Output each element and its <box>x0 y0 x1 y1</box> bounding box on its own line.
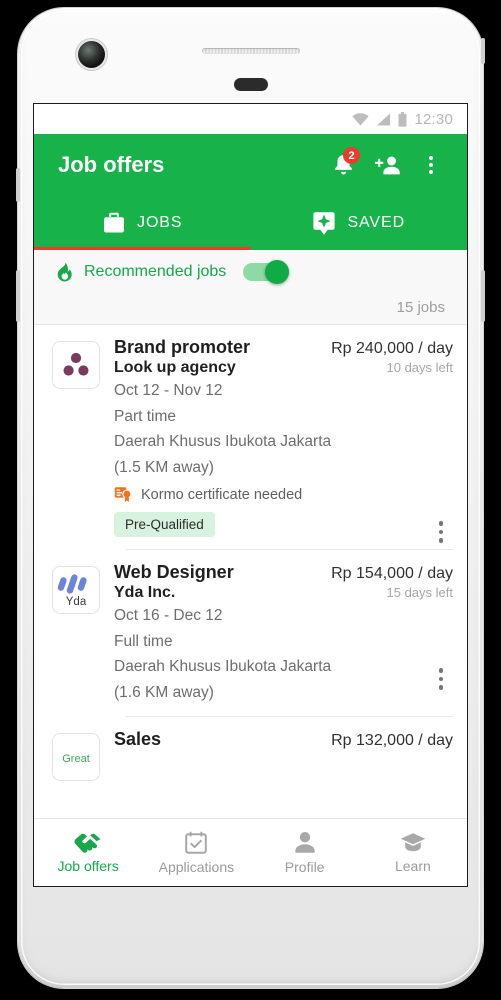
job-dates: Oct 12 - Nov 12 <box>114 382 223 399</box>
volume-button-right[interactable] <box>481 270 485 322</box>
job-company: Look up agency <box>114 359 236 376</box>
nav-label-job-offers: Job offers <box>57 858 119 874</box>
job-card-overflow-button[interactable] <box>438 521 443 543</box>
battery-icon <box>398 111 407 127</box>
job-card[interactable]: Yda Web Designer Rp 154,000 / day Yda In… <box>34 550 467 718</box>
overflow-menu-button[interactable] <box>409 143 453 187</box>
company-logo <box>52 341 100 389</box>
nav-label-learn: Learn <box>394 857 431 874</box>
recommended-jobs-toggle[interactable] <box>243 260 290 284</box>
nav-label-applications: Applications <box>158 858 235 875</box>
earpiece-speaker <box>201 48 300 54</box>
page-title: Job offers <box>58 152 165 177</box>
job-title: Sales <box>114 729 162 750</box>
front-camera-icon <box>78 41 105 68</box>
graduation-cap-icon <box>400 832 426 851</box>
job-title: Brand promoter <box>114 337 251 357</box>
job-pay: Rp 240,000 / day <box>331 340 453 357</box>
recommended-jobs-row: Recommended jobs <box>34 250 467 294</box>
company-logo: Great <box>52 733 100 782</box>
company-logo: Yda <box>52 566 100 615</box>
job-certificate-label: Kormo certificate needed <box>141 486 303 503</box>
job-days-left: 10 days left <box>386 360 454 375</box>
job-schedule: Full time <box>114 632 173 650</box>
job-distance: (1.5 KM away) <box>114 458 214 476</box>
app-bar-top-row: Job offers 2 <box>34 134 467 196</box>
svg-text:Great: Great <box>62 753 90 765</box>
notification-bell-button[interactable]: 2 <box>321 143 365 187</box>
status-badge: Pre-Qualified <box>114 512 215 538</box>
nav-item-learn[interactable]: Learn <box>359 819 467 886</box>
nav-item-job-offers[interactable]: Job offers <box>34 819 142 886</box>
handshake-icon <box>74 833 101 853</box>
app-bar: Job offers 2 JOBS SAVED <box>34 134 467 250</box>
nav-item-applications[interactable]: Applications <box>142 819 250 886</box>
nav-label-profile: Profile <box>284 858 325 875</box>
wifi-icon <box>352 112 370 125</box>
job-days-left: 15 days left <box>386 585 454 601</box>
tab-saved[interactable]: SAVED <box>251 196 468 250</box>
sensor-pill <box>233 78 268 91</box>
checklist-icon <box>185 831 208 854</box>
job-count-row: 15 jobs <box>34 294 467 324</box>
person-icon <box>295 831 315 853</box>
add-person-button[interactable] <box>365 143 409 187</box>
add-person-icon <box>374 156 400 174</box>
side-button-left-upper[interactable] <box>16 168 20 202</box>
job-schedule: Part time <box>114 407 177 425</box>
tab-active-indicator <box>34 247 251 250</box>
phone-screen: 12:30 Job offers 2 JOBS SAVED Recommende… <box>34 104 467 886</box>
volume-button-left[interactable] <box>16 270 20 322</box>
job-distance: (1.6 KM away) <box>114 683 214 701</box>
toggle-thumb <box>265 260 290 284</box>
job-certificate-row: Kormo certificate needed <box>114 486 453 503</box>
cellular-signal-icon <box>377 113 391 125</box>
job-location: Daerah Khusus Ibukota Jakarta <box>114 433 332 451</box>
job-company: Yda Inc. <box>114 584 176 602</box>
great-logo-icon: Great <box>62 753 90 765</box>
yda-logo-icon: Yda <box>57 574 87 608</box>
notification-badge: 2 <box>343 147 360 164</box>
recommended-jobs-section: Recommended jobs 15 jobs <box>34 250 467 325</box>
job-list[interactable]: Brand promoter Rp 240,000 / day Look up … <box>34 325 467 818</box>
job-dates: Oct 16 - Dec 12 <box>114 607 223 625</box>
job-pay: Rp 132,000 / day <box>331 732 453 750</box>
briefcase-icon <box>104 212 125 233</box>
power-button[interactable] <box>481 38 485 64</box>
job-pay: Rp 154,000 / day <box>331 565 453 583</box>
tab-saved-label: SAVED <box>347 214 406 231</box>
tab-jobs[interactable]: JOBS <box>34 196 251 250</box>
svg-text:Yda: Yda <box>66 596 87 608</box>
job-count-label: 15 jobs <box>396 298 445 316</box>
job-location: Daerah Khusus Ibukota Jakarta <box>114 658 332 676</box>
sparkle-bookmark-icon <box>313 211 336 235</box>
overflow-menu-icon <box>429 156 433 174</box>
nav-item-profile[interactable]: Profile <box>251 819 359 886</box>
job-card[interactable]: Brand promoter Rp 240,000 / day Look up … <box>34 325 467 551</box>
phone-device-frame: 12:30 Job offers 2 JOBS SAVED Recommende… <box>16 8 485 988</box>
job-chip-row: Pre-Qualified <box>114 512 453 538</box>
certificate-badge-icon <box>114 487 132 503</box>
bottom-navigation-bar: Job offers Applications Profile Learn <box>34 818 467 886</box>
tab-bar: JOBS SAVED <box>34 196 467 250</box>
job-card[interactable]: Great Sales Rp 132,000 / day <box>34 717 467 782</box>
status-bar-clock: 12:30 <box>414 110 453 128</box>
job-title: Web Designer <box>114 562 234 583</box>
job-card-overflow-button[interactable] <box>438 668 443 690</box>
flame-icon <box>57 262 72 282</box>
status-bar: 12:30 <box>34 104 467 134</box>
tab-jobs-label: JOBS <box>137 214 183 231</box>
three-dots-logo-icon <box>63 352 89 376</box>
recommended-jobs-label: Recommended jobs <box>84 263 227 280</box>
